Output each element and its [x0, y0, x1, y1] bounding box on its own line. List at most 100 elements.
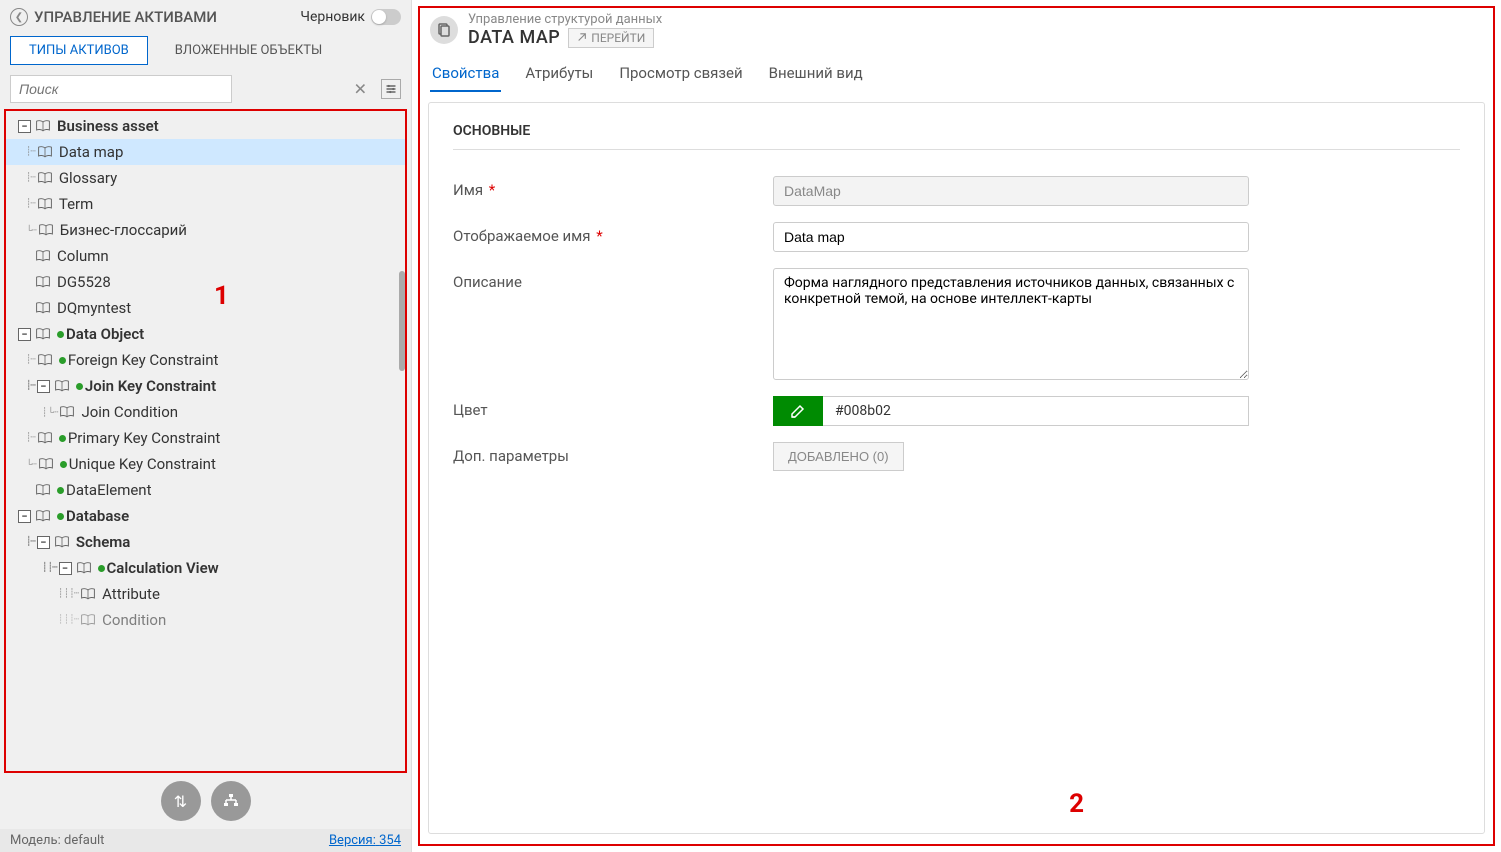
description-field[interactable] — [773, 268, 1249, 380]
book-icon — [35, 250, 51, 262]
sidebar-footer: Модель: default Версия: 354 — [0, 829, 411, 852]
tree-item-database[interactable]: − Database — [6, 503, 405, 529]
tree-item-unique-key[interactable]: └┄ Unique Key Constraint — [6, 451, 405, 477]
tree-item-glossary[interactable]: ┊┄ Glossary — [6, 165, 405, 191]
tab-links[interactable]: Просмотр связей — [617, 58, 744, 92]
tree-item-attribute[interactable]: ┊ ┊ ┊┄ Attribute — [6, 581, 405, 607]
tree-item-join-key[interactable]: ┊┄ − Join Key Constraint — [6, 373, 405, 399]
sidebar-title: УПРАВЛЕНИЕ АКТИВАМИ — [34, 8, 217, 26]
bottom-buttons: ⇅ — [0, 773, 411, 829]
tree-item-data-element[interactable]: DataElement — [6, 477, 405, 503]
name-field — [773, 176, 1249, 206]
tree-item-data-map[interactable]: ┊┄ Data map — [6, 139, 405, 165]
status-dot-icon — [59, 357, 66, 364]
tree-item-dg5528[interactable]: DG5528 — [6, 269, 405, 295]
book-icon — [38, 458, 54, 470]
tree-item-business-glossary[interactable]: └┄ Бизнес-глоссарий — [6, 217, 405, 243]
status-dot-icon — [76, 383, 83, 390]
status-dot-icon — [59, 435, 66, 442]
scrollbar[interactable] — [399, 271, 405, 371]
book-icon — [37, 354, 53, 366]
tree-item-term[interactable]: ┊┄ Term — [6, 191, 405, 217]
document-icon — [430, 16, 458, 44]
label-display-name: Отображаемое имя — [453, 227, 591, 245]
search-settings-icon[interactable] — [381, 79, 401, 99]
tree-item-primary-key[interactable]: ┊┄ Primary Key Constraint — [6, 425, 405, 451]
draft-label: Черновик — [300, 9, 365, 25]
sidebar: ❮ УПРАВЛЕНИЕ АКТИВАМИ Черновик ТИПЫ АКТИ… — [0, 0, 412, 852]
tab-properties[interactable]: Свойства — [430, 58, 501, 92]
book-icon — [76, 562, 92, 574]
color-swatch[interactable] — [773, 396, 823, 426]
book-icon — [38, 224, 54, 236]
tree-item-business-asset[interactable]: − Business asset — [6, 113, 405, 139]
tree-item-condition[interactable]: ┊ ┊ ┊┄ Condition — [6, 607, 405, 633]
book-icon — [35, 510, 51, 522]
tab-appearance[interactable]: Внешний вид — [767, 58, 865, 92]
book-icon — [80, 588, 96, 600]
label-color: Цвет — [453, 396, 773, 419]
main-panel: Управление структурой данных DATA MAP ПЕ… — [412, 0, 1501, 852]
tab-nested-objects[interactable]: ВЛОЖЕННЫЕ ОБЪЕКТЫ — [156, 36, 341, 65]
tree-item-foreign-key[interactable]: ┊┄ Foreign Key Constraint — [6, 347, 405, 373]
tab-asset-types[interactable]: ТИПЫ АКТИВОВ — [10, 36, 148, 65]
tree-item-join-condition[interactable]: ┊ └┄ Join Condition — [6, 399, 405, 425]
status-dot-icon — [57, 487, 64, 494]
status-dot-icon — [57, 513, 64, 520]
sidebar-header: ❮ УПРАВЛЕНИЕ АКТИВАМИ Черновик ТИПЫ АКТИ… — [0, 0, 411, 75]
book-icon — [35, 120, 51, 132]
tree-item-data-object[interactable]: − Data Object — [6, 321, 405, 347]
tab-attributes[interactable]: Атрибуты — [523, 58, 595, 92]
book-icon — [80, 614, 96, 626]
book-icon — [35, 484, 51, 496]
form-panel: ОСНОВНЫЕ Имя * Отображаемое имя * Описан… — [428, 102, 1485, 834]
model-label: Модель: — [10, 833, 61, 848]
book-icon — [59, 406, 75, 418]
status-dot-icon — [57, 331, 64, 338]
display-name-field[interactable] — [773, 222, 1249, 252]
label-name: Имя — [453, 181, 483, 199]
color-value[interactable]: #008b02 — [823, 396, 1249, 426]
status-dot-icon — [98, 565, 105, 572]
book-icon — [54, 536, 70, 548]
book-icon — [35, 328, 51, 340]
page-title: DATA MAP — [468, 27, 560, 48]
tree-item-column[interactable]: Column — [6, 243, 405, 269]
book-icon — [37, 172, 53, 184]
main-tabs: Свойства Атрибуты Просмотр связей Внешни… — [420, 48, 1493, 92]
collapse-icon[interactable]: − — [37, 380, 50, 393]
search-input[interactable] — [10, 75, 232, 103]
book-icon — [35, 302, 51, 314]
back-arrow-icon[interactable]: ❮ — [10, 8, 28, 26]
required-icon: * — [596, 227, 602, 245]
required-icon: * — [489, 181, 495, 199]
tree-item-schema[interactable]: ┊┄ − Schema — [6, 529, 405, 555]
book-icon — [35, 276, 51, 288]
draft-toggle[interactable] — [371, 9, 401, 25]
breadcrumb: Управление структурой данных — [468, 12, 662, 27]
collapse-icon[interactable]: − — [18, 510, 31, 523]
hierarchy-button[interactable] — [211, 781, 251, 821]
tree-panel: 1 − Business asset ┊┄ Data map ┊┄ Glossa… — [4, 109, 407, 773]
label-description: Описание — [453, 268, 773, 291]
added-button[interactable]: ДОБАВЛЕНО (0) — [773, 442, 904, 471]
label-extra-params: Доп. параметры — [453, 442, 773, 465]
main-header: Управление структурой данных DATA MAP ПЕ… — [420, 8, 1493, 48]
section-title: ОСНОВНЫЕ — [453, 123, 1460, 150]
version-link[interactable]: Версия: 354 — [329, 833, 401, 848]
collapse-icon[interactable]: − — [18, 120, 31, 133]
collapse-icon[interactable]: − — [18, 328, 31, 341]
sidebar-tabs: ТИПЫ АКТИВОВ ВЛОЖЕННЫЕ ОБЪЕКТЫ — [10, 36, 401, 65]
tree-item-calc-view[interactable]: ┊ ┊┄ − Calculation View — [6, 555, 405, 581]
status-dot-icon — [60, 461, 67, 468]
go-button[interactable]: ПЕРЕЙТИ — [568, 28, 654, 48]
book-icon — [37, 146, 53, 158]
book-icon — [37, 198, 53, 210]
collapse-icon[interactable]: − — [59, 562, 72, 575]
book-icon — [54, 380, 70, 392]
model-value: default — [64, 833, 104, 848]
tree-item-dqmyntest[interactable]: DQmyntest — [6, 295, 405, 321]
swap-button[interactable]: ⇅ — [161, 781, 201, 821]
collapse-icon[interactable]: − — [37, 536, 50, 549]
search-clear-icon[interactable]: ✕ — [354, 80, 367, 99]
